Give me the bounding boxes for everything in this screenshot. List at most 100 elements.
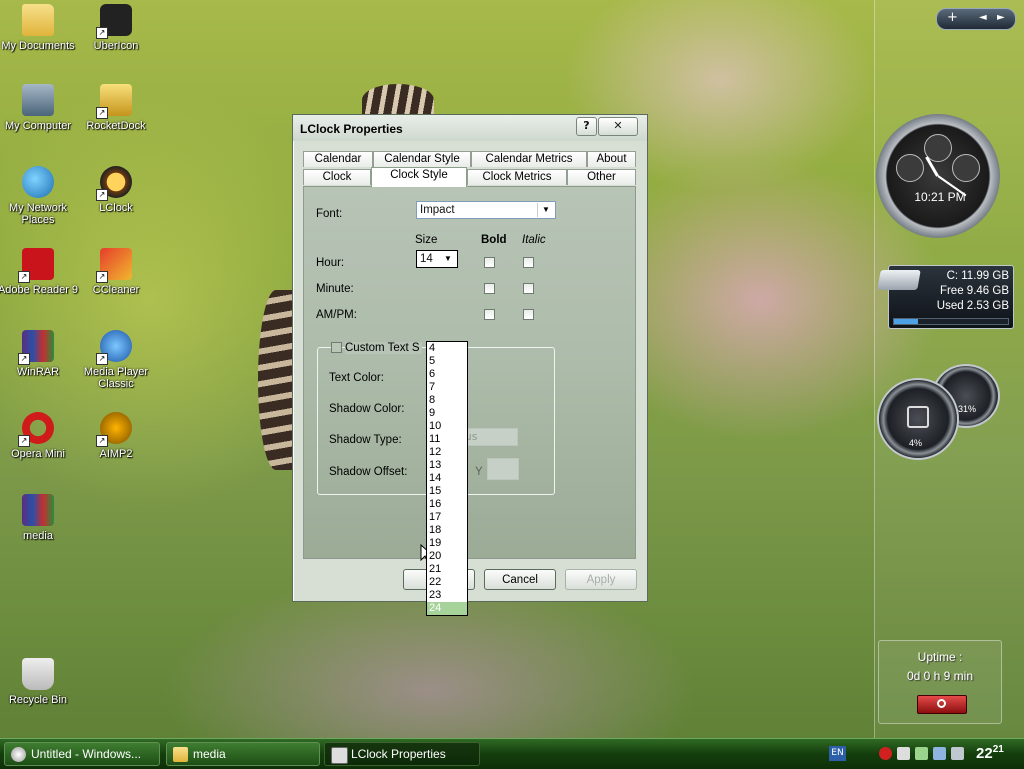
- tab-about[interactable]: About: [587, 151, 636, 167]
- size-option[interactable]: 5: [427, 355, 467, 368]
- winrar-icon: ↗: [18, 330, 54, 365]
- tab-other[interactable]: Other: [567, 169, 636, 185]
- size-option[interactable]: 15: [427, 485, 467, 498]
- desktop-icon-recycle-bin[interactable]: Recycle Bin: [0, 658, 79, 706]
- size-option[interactable]: 20: [427, 550, 467, 563]
- desktop-icon-media-player-classic[interactable]: ↗ Media Player Classic: [75, 330, 157, 390]
- taskbar-clock[interactable]: 2221: [976, 744, 1004, 762]
- desktop-icon-label: Media Player Classic: [83, 366, 149, 390]
- size-option[interactable]: 16: [427, 498, 467, 511]
- tab-clock-style[interactable]: Clock Style: [371, 167, 467, 187]
- security-alert-icon[interactable]: [879, 747, 892, 760]
- chevron-down-icon: ▼: [444, 254, 452, 263]
- size-option[interactable]: 14: [427, 472, 467, 485]
- taskbar-item-lclock-properties[interactable]: LClock Properties: [324, 742, 480, 766]
- desktop-icon-media[interactable]: media: [0, 494, 79, 542]
- taskbar-clock-hours: 22: [976, 745, 993, 762]
- size-option[interactable]: 17: [427, 511, 467, 524]
- size-dropdown-list[interactable]: 4 5 6 7 8 9 10 11 12 13 14 15 16 17 18 19 20 21 22 23 24: [426, 341, 468, 616]
- uptime-value: 0d 0 h 9 min: [906, 669, 974, 683]
- tab-calendar[interactable]: Calendar: [303, 151, 373, 167]
- safely-remove-icon[interactable]: [933, 747, 946, 760]
- font-select[interactable]: Impact ▼: [416, 201, 556, 219]
- size-option[interactable]: 7: [427, 381, 467, 394]
- desktop-icon-winrar[interactable]: ↗ WinRAR: [0, 330, 79, 378]
- shadow-color-label: Shadow Color:: [329, 403, 405, 415]
- size-option[interactable]: 13: [427, 459, 467, 472]
- desktop-icon-opera-mini[interactable]: ↗ Opera Mini: [0, 412, 79, 460]
- tab-clock[interactable]: Clock: [303, 169, 371, 185]
- window-icon: [331, 747, 348, 764]
- prev-page-icon[interactable]: ◄: [979, 12, 987, 23]
- size-option[interactable]: 23: [427, 589, 467, 602]
- wallpaper-butterfly-top: [362, 84, 434, 116]
- network-icon[interactable]: [915, 747, 928, 760]
- hour-size-value: 14: [420, 253, 433, 265]
- desktop-icon-label: WinRAR: [16, 366, 60, 378]
- drive-gadget[interactable]: C: 11.99 GB Free 9.46 GB Used 2.53 GB: [877, 265, 1014, 329]
- desktop-icon-my-documents[interactable]: My Documents: [0, 4, 79, 52]
- size-option[interactable]: 11: [427, 433, 467, 446]
- cpu-gauge-gadget[interactable]: 4%: [877, 378, 959, 460]
- size-option[interactable]: 12: [427, 446, 467, 459]
- size-option[interactable]: 6: [427, 368, 467, 381]
- close-button[interactable]: ✕: [598, 117, 638, 136]
- ampm-bold-checkbox[interactable]: [484, 309, 495, 320]
- desktop-icon-my-network-places[interactable]: My Network Places: [0, 166, 79, 226]
- uptime-gadget[interactable]: Uptime : 0d 0 h 9 min: [878, 640, 1002, 724]
- cancel-button[interactable]: Cancel: [484, 569, 556, 590]
- folder-icon: [22, 4, 54, 36]
- taskbar-item-label: Untitled - Windows...: [31, 747, 142, 761]
- custom-text-checkbox[interactable]: [331, 342, 342, 353]
- dialog-title: LClock Properties: [300, 122, 403, 136]
- shutdown-button[interactable]: [917, 695, 967, 714]
- opera-icon: ↗: [18, 412, 54, 447]
- size-option[interactable]: 21: [427, 563, 467, 576]
- memory-gauge-value: 31%: [958, 404, 977, 414]
- ampm-italic-checkbox[interactable]: [523, 309, 534, 320]
- tab-calendar-style[interactable]: Calendar Style: [373, 151, 471, 167]
- taskbar-item-media[interactable]: media: [166, 742, 320, 766]
- size-option[interactable]: 4: [427, 342, 467, 355]
- size-option[interactable]: 8: [427, 394, 467, 407]
- desktop-icon-adobe-reader[interactable]: ↗ Adobe Reader 9: [0, 248, 79, 296]
- desktop-icon-aimp2[interactable]: ↗ AIMP2: [75, 412, 157, 460]
- tab-clock-metrics[interactable]: Clock Metrics: [467, 169, 567, 185]
- desktop-icon-ubericon[interactable]: ↗ UberIcon: [75, 4, 157, 52]
- size-option[interactable]: 24: [427, 602, 467, 615]
- cpu-gauge-value: 4%: [909, 438, 923, 448]
- desktop-icon-ccleaner[interactable]: ↗ CCleaner: [75, 248, 157, 296]
- desktop-icon-my-computer[interactable]: My Computer: [0, 84, 79, 132]
- apply-button[interactable]: Apply: [565, 569, 637, 590]
- hour-bold-checkbox[interactable]: [484, 257, 495, 268]
- hour-italic-checkbox[interactable]: [523, 257, 534, 268]
- desktop-icon-lclock[interactable]: ↗ LClock: [75, 166, 157, 214]
- desktop-icon-rocketdock[interactable]: ↗ RocketDock: [75, 84, 157, 132]
- help-button[interactable]: ?: [576, 117, 597, 136]
- add-gadget-icon[interactable]: +: [947, 10, 958, 25]
- clock-style-panel: Font: Impact ▼ Size Bold Italic Hour: 14…: [303, 186, 636, 616]
- size-option[interactable]: 18: [427, 524, 467, 537]
- dialog-titlebar[interactable]: LClock Properties ? ✕: [293, 115, 647, 141]
- italic-header: Italic: [522, 234, 546, 246]
- drive-usage-fill: [894, 319, 918, 324]
- minute-bold-checkbox[interactable]: [484, 283, 495, 294]
- size-option[interactable]: 19: [427, 537, 467, 550]
- size-option[interactable]: 22: [427, 576, 467, 589]
- lclock-properties-dialog: LClock Properties ? ✕ Calendar Calendar …: [292, 114, 648, 616]
- size-header: Size: [415, 234, 438, 246]
- tab-calendar-metrics[interactable]: Calendar Metrics: [471, 151, 587, 167]
- size-option[interactable]: 10: [427, 420, 467, 433]
- minute-italic-checkbox[interactable]: [523, 283, 534, 294]
- taskbar-item-untitled[interactable]: Untitled - Windows...: [4, 742, 160, 766]
- size-option[interactable]: 9: [427, 407, 467, 420]
- taskbar-clock-minutes: 21: [992, 744, 1004, 755]
- windows-app-icon: [11, 747, 26, 762]
- volume-icon[interactable]: [897, 747, 910, 760]
- monitor-icon[interactable]: [951, 747, 964, 760]
- next-page-icon[interactable]: ►: [997, 12, 1005, 23]
- analog-clock-gadget[interactable]: 10:21 PM: [876, 114, 1000, 238]
- language-indicator[interactable]: EN: [829, 746, 846, 761]
- shadow-offset-y-input[interactable]: [487, 458, 519, 480]
- hour-size-select[interactable]: 14 ▼: [416, 250, 458, 268]
